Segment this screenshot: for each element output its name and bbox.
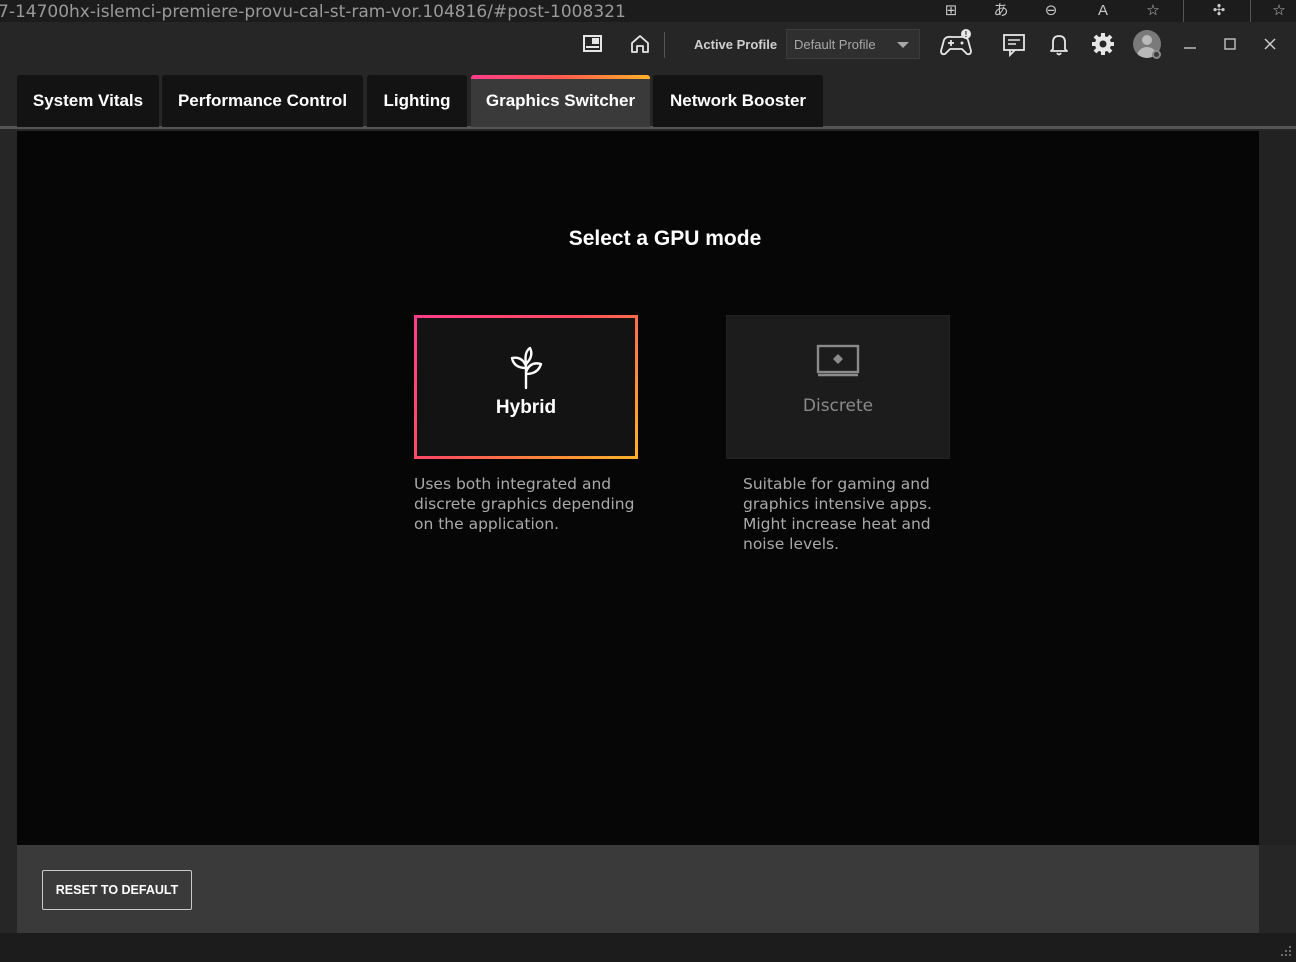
background-page-strip bbox=[0, 933, 1296, 961]
active-tab-accent bbox=[471, 75, 650, 79]
tab-label: Network Booster bbox=[669, 91, 807, 110]
maximize-icon[interactable] bbox=[1218, 32, 1242, 56]
title-bar: Active Profile Default Profile ! bbox=[0, 22, 1296, 66]
favorites-icon[interactable]: ☆ bbox=[1268, 2, 1290, 20]
profile-select-value: Default Profile bbox=[794, 37, 876, 52]
active-profile-label: Active Profile bbox=[694, 37, 778, 52]
tab-label: Performance Control bbox=[177, 91, 348, 110]
gpu-mode-panel: Select a GPU mode Hybrid Discrete Uses b… bbox=[17, 131, 1259, 845]
leaf-icon bbox=[417, 344, 635, 390]
page-title: Select a GPU mode bbox=[568, 227, 762, 250]
favorite-star-icon[interactable]: ☆ bbox=[1142, 2, 1164, 20]
tab-label: Lighting bbox=[383, 91, 451, 110]
tab-label: System Vitals bbox=[32, 91, 144, 110]
close-icon[interactable] bbox=[1258, 32, 1282, 56]
reset-to-default-button[interactable]: RESET TO DEFAULT bbox=[42, 870, 192, 910]
gamepad-icon[interactable]: ! bbox=[938, 29, 974, 59]
feedback-icon[interactable] bbox=[1000, 30, 1028, 58]
gpu-mode-discrete-card[interactable]: Discrete bbox=[726, 315, 950, 459]
avatar-head bbox=[1142, 35, 1152, 45]
tab-system-vitals[interactable]: System Vitals bbox=[17, 75, 159, 127]
armoury-app-window: Active Profile Default Profile ! System … bbox=[0, 22, 1296, 961]
tab-performance-control[interactable]: Performance Control bbox=[162, 75, 363, 127]
content-scrollbar-track[interactable] bbox=[1259, 131, 1296, 845]
browser-address-strip: 7-14700hx-islemci-premiere-provu-cal-st-… bbox=[0, 0, 1296, 22]
reader-view-icon[interactable]: ⊞ bbox=[940, 2, 962, 20]
status-dot bbox=[1152, 50, 1161, 59]
gpu-mode-hybrid-card[interactable]: Hybrid bbox=[414, 315, 638, 459]
tab-graphics-switcher[interactable]: Graphics Switcher bbox=[471, 75, 650, 127]
gear-icon[interactable] bbox=[1089, 30, 1117, 58]
chevron-down-icon bbox=[897, 42, 909, 48]
home-icon[interactable] bbox=[626, 30, 654, 58]
translate-icon[interactable]: あ bbox=[990, 2, 1012, 20]
gpu-mode-hybrid-description: Uses both integrated and discrete graphi… bbox=[414, 475, 635, 533]
footer-bar: RESET TO DEFAULT bbox=[17, 845, 1259, 933]
gpu-mode-discrete-label: Discrete bbox=[802, 396, 874, 416]
bell-icon[interactable] bbox=[1045, 30, 1073, 58]
tab-lighting[interactable]: Lighting bbox=[367, 75, 467, 127]
browser-url[interactable]: 7-14700hx-islemci-premiere-provu-cal-st-… bbox=[0, 2, 626, 22]
gpu-mode-hybrid-label: Hybrid bbox=[495, 397, 557, 418]
tab-label: Graphics Switcher bbox=[485, 91, 636, 110]
browser-separator bbox=[1250, 0, 1251, 22]
resize-grip-icon[interactable] bbox=[1280, 944, 1292, 956]
browser-separator bbox=[1183, 0, 1184, 22]
minimize-icon[interactable] bbox=[1178, 32, 1202, 56]
tab-network-booster[interactable]: Network Booster bbox=[653, 75, 823, 127]
zoom-out-icon[interactable]: ⊖ bbox=[1040, 2, 1062, 20]
svg-text:!: ! bbox=[965, 30, 968, 39]
gpu-mode-discrete-description: Suitable for gaming and graphics intensi… bbox=[743, 475, 932, 553]
extensions-icon[interactable]: ✣ bbox=[1208, 2, 1230, 20]
gpu-mode-hybrid-inner: Hybrid bbox=[417, 318, 635, 456]
monitor-icon bbox=[727, 342, 949, 388]
titlebar-divider bbox=[664, 32, 665, 58]
read-aloud-icon[interactable]: A bbox=[1092, 2, 1114, 20]
news-icon[interactable] bbox=[579, 30, 607, 58]
profile-select[interactable]: Default Profile bbox=[786, 29, 920, 59]
